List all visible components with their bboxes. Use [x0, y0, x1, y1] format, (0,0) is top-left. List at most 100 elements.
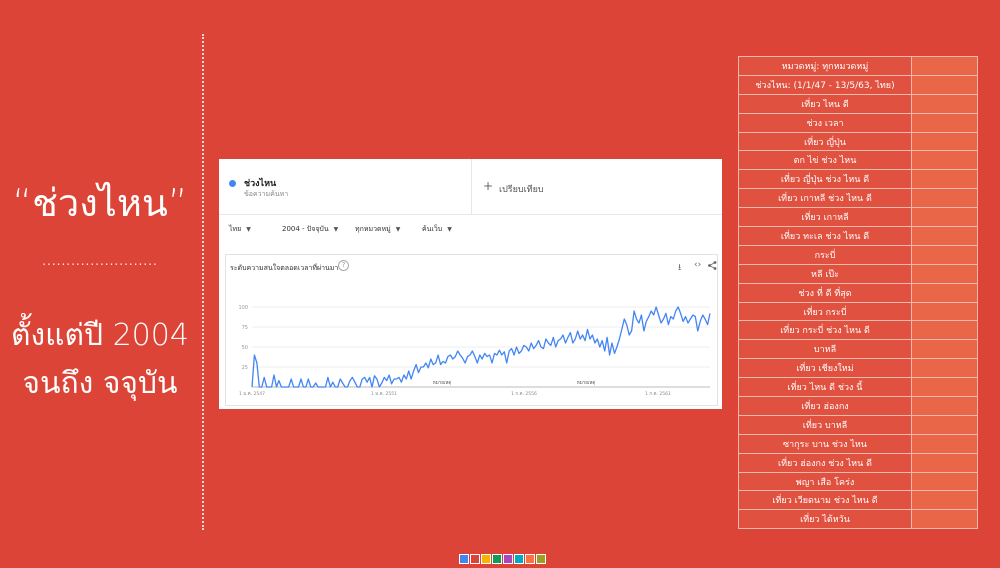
x-tick-label: 1 ก.ค. 2561 [645, 391, 671, 397]
term-type: ข้อความค้นหา [244, 190, 289, 198]
download-icon[interactable]: ⭳ [678, 260, 681, 276]
chevron-down-icon: ▼ [395, 226, 401, 233]
filter-region[interactable]: ไทย ▼ [229, 224, 251, 235]
table-row-value [911, 150, 978, 171]
table-row: ช่วง เวลา [738, 112, 978, 133]
table-row-value [911, 93, 978, 114]
chevron-down-icon: ▼ [447, 226, 452, 233]
table-row-label: ซากุระ บาน ช่วง ไหน [738, 433, 912, 454]
filter-category-label: ทุกหมวดหมู่ [355, 225, 391, 233]
table-row-label: ช่วง เวลา [738, 112, 912, 133]
table-row-label: หลี เป๊ะ [738, 263, 912, 284]
compare-button[interactable]: เปรียบเทียบ [499, 182, 544, 196]
table-row-value [911, 490, 978, 511]
subtitle-line-2: จนถึง จจุบัน [22, 366, 178, 401]
table-row: เที่ยว ฮ่องกง [738, 396, 978, 416]
table-row-label: ตก ไข่ ช่วง ไหน [738, 150, 912, 171]
table-row-label: กระบี่ [738, 244, 912, 265]
table-row-value [911, 112, 978, 133]
search-term-chip[interactable]: ช่วงไหน ข้อความค้นหา [219, 159, 472, 214]
table-row-label: เที่ยว ญี่ปุ่น [738, 131, 912, 152]
plus-icon[interactable]: + [483, 179, 493, 193]
y-tick-label: 25 [242, 365, 248, 371]
term-header: ช่วงไหน ข้อความค้นหา + เปรียบเทียบ [219, 159, 722, 215]
table-row-label: เที่ยว เกาหลี [738, 207, 912, 228]
term-name: ช่วงไหน [244, 179, 277, 189]
table-row: เที่ยว เกาหลี [738, 207, 978, 228]
table-row: เที่ยว บาหลี [738, 414, 978, 435]
y-tick-label: 50 [242, 345, 248, 351]
table-row-label: ช่วง ที่ ดี ที่สุด [738, 282, 912, 303]
y-tick-label: 100 [238, 305, 248, 311]
table-row-value [911, 471, 978, 492]
help-icon[interactable]: ? [338, 260, 349, 271]
chevron-down-icon: ▼ [246, 226, 251, 233]
table-row: เที่ยว ญี่ปุ่น ช่วง ไหน ดี [738, 169, 978, 190]
table-row: เที่ยว ไหน ดี [738, 93, 978, 114]
table-row: ช่วงไหน: (1/1/47 - 13/5/63, ไทย) [738, 74, 978, 95]
table-row: เที่ยว กระบี่ ช่วง ไหน ดี [738, 320, 978, 341]
filter-time[interactable]: 2004 - ปัจจุบัน ▼ [282, 224, 338, 235]
table-row-label: เที่ยว ไหน ดี [738, 93, 912, 114]
trends-card: ช่วงไหน ข้อความค้นหา + เปรียบเทียบ ไทย ▼ … [219, 159, 722, 409]
chevron-down-icon: ▼ [333, 226, 339, 233]
table-row: เที่ยว ญี่ปุ่น [738, 131, 978, 152]
table-row-value [911, 263, 978, 284]
table-row-value [911, 244, 978, 265]
table-row-value [911, 452, 978, 473]
x-tick-label: 1 ม.ค. 2551 [371, 391, 397, 397]
table-row-label: เที่ยว กระบี่ ช่วง ไหน ดี [738, 320, 912, 341]
slide-title: “ช่วงไหน” [12, 181, 188, 225]
table-row: เที่ยว ไต้หวัน [738, 509, 978, 530]
color-legend [459, 549, 547, 568]
table-row-value [911, 377, 978, 398]
table-row-value [911, 74, 978, 95]
table-row-value [911, 433, 978, 454]
table-row-label: พญา เสือ โคร่ง [738, 471, 912, 492]
x-tick-label: 1 ก.ค. 2556 [511, 391, 537, 397]
related-queries-table: หมวดหมู่: ทุกหมวดหมู่ ช่วงไหน: (1/1/47 - … [738, 56, 978, 530]
table-row: ตก ไข่ ช่วง ไหน [738, 150, 978, 171]
embed-icon[interactable]: ‹› [694, 260, 701, 270]
title-separator: ........................ [42, 254, 158, 268]
table-row: หลี เป๊ะ [738, 263, 978, 284]
filter-category[interactable]: ทุกหมวดหมู่ ▼ [355, 224, 400, 235]
table-row-label: หมวดหมู่: ทุกหมวดหมู่ [738, 56, 912, 76]
table-row-value [911, 207, 978, 228]
table-row-value [911, 509, 978, 530]
table-row-label: เที่ยว ไหน ดี ช่วง นี้ [738, 377, 912, 398]
filter-search-type[interactable]: ค้นเว็บ ▼ [422, 224, 452, 235]
series-color-dot [229, 180, 236, 187]
table-row-label: เที่ยว กระบี่ [738, 301, 912, 322]
panel-title: ระดับความสนใจตลอดเวลาที่ผ่านมา [230, 264, 339, 272]
table-row: บาหลี [738, 339, 978, 360]
table-row-label: เที่ยว ฮ่องกง [738, 396, 912, 416]
table-row: เที่ยว ทะเล ช่วง ไหน ดี [738, 226, 978, 246]
table-row: เที่ยว เวียดนาม ช่วง ไหน ดี [738, 490, 978, 511]
table-row-label: เที่ยว ไต้หวัน [738, 509, 912, 530]
table-row-value [911, 226, 978, 246]
table-row: ซากุระ บาน ช่วง ไหน [738, 433, 978, 454]
table-row: กระบี่ [738, 244, 978, 265]
table-row-label: เที่ยว ทะเล ช่วง ไหน ดี [738, 226, 912, 246]
table-row-label: เที่ยว เกาหลี ช่วง ไหน ดี [738, 188, 912, 209]
table-row-label: ช่วงไหน: (1/1/47 - 13/5/63, ไทย) [738, 74, 912, 95]
table-row-value [911, 169, 978, 190]
filter-time-label: 2004 - ปัจจุบัน [282, 225, 329, 233]
filter-search-type-label: ค้นเว็บ [422, 225, 443, 233]
table-row-value [911, 320, 978, 341]
share-icon[interactable] [708, 261, 717, 270]
interest-over-time-panel: 100 75 50 25 1 ม.ค. 2547 1 ม.ค. 2551 1 ก.ค. 25… [225, 254, 718, 406]
table-row: ช่วง ที่ ดี ที่สุด [738, 282, 978, 303]
table-row-value [911, 282, 978, 303]
table-row: เที่ยว ฮ่องกง ช่วง ไหน ดี [738, 452, 978, 473]
table-row-label: เที่ยว ญี่ปุ่น ช่วง ไหน ดี [738, 169, 912, 190]
annotation-label: หมายเหตุ [433, 381, 452, 386]
table-row-value [911, 414, 978, 435]
interest-chart: 100 75 50 25 1 ม.ค. 2547 1 ม.ค. 2551 1 ก.ค. 25… [238, 305, 711, 397]
subtitle-line-1: ตั้งแต่ปี 2004 [11, 318, 189, 353]
x-tick-label: 1 ม.ค. 2547 [239, 391, 265, 397]
table-row-value [911, 358, 978, 379]
table-row: เที่ยว เชียงใหม่ [738, 358, 978, 379]
table-row: เที่ยว ไหน ดี ช่วง นี้ [738, 377, 978, 398]
